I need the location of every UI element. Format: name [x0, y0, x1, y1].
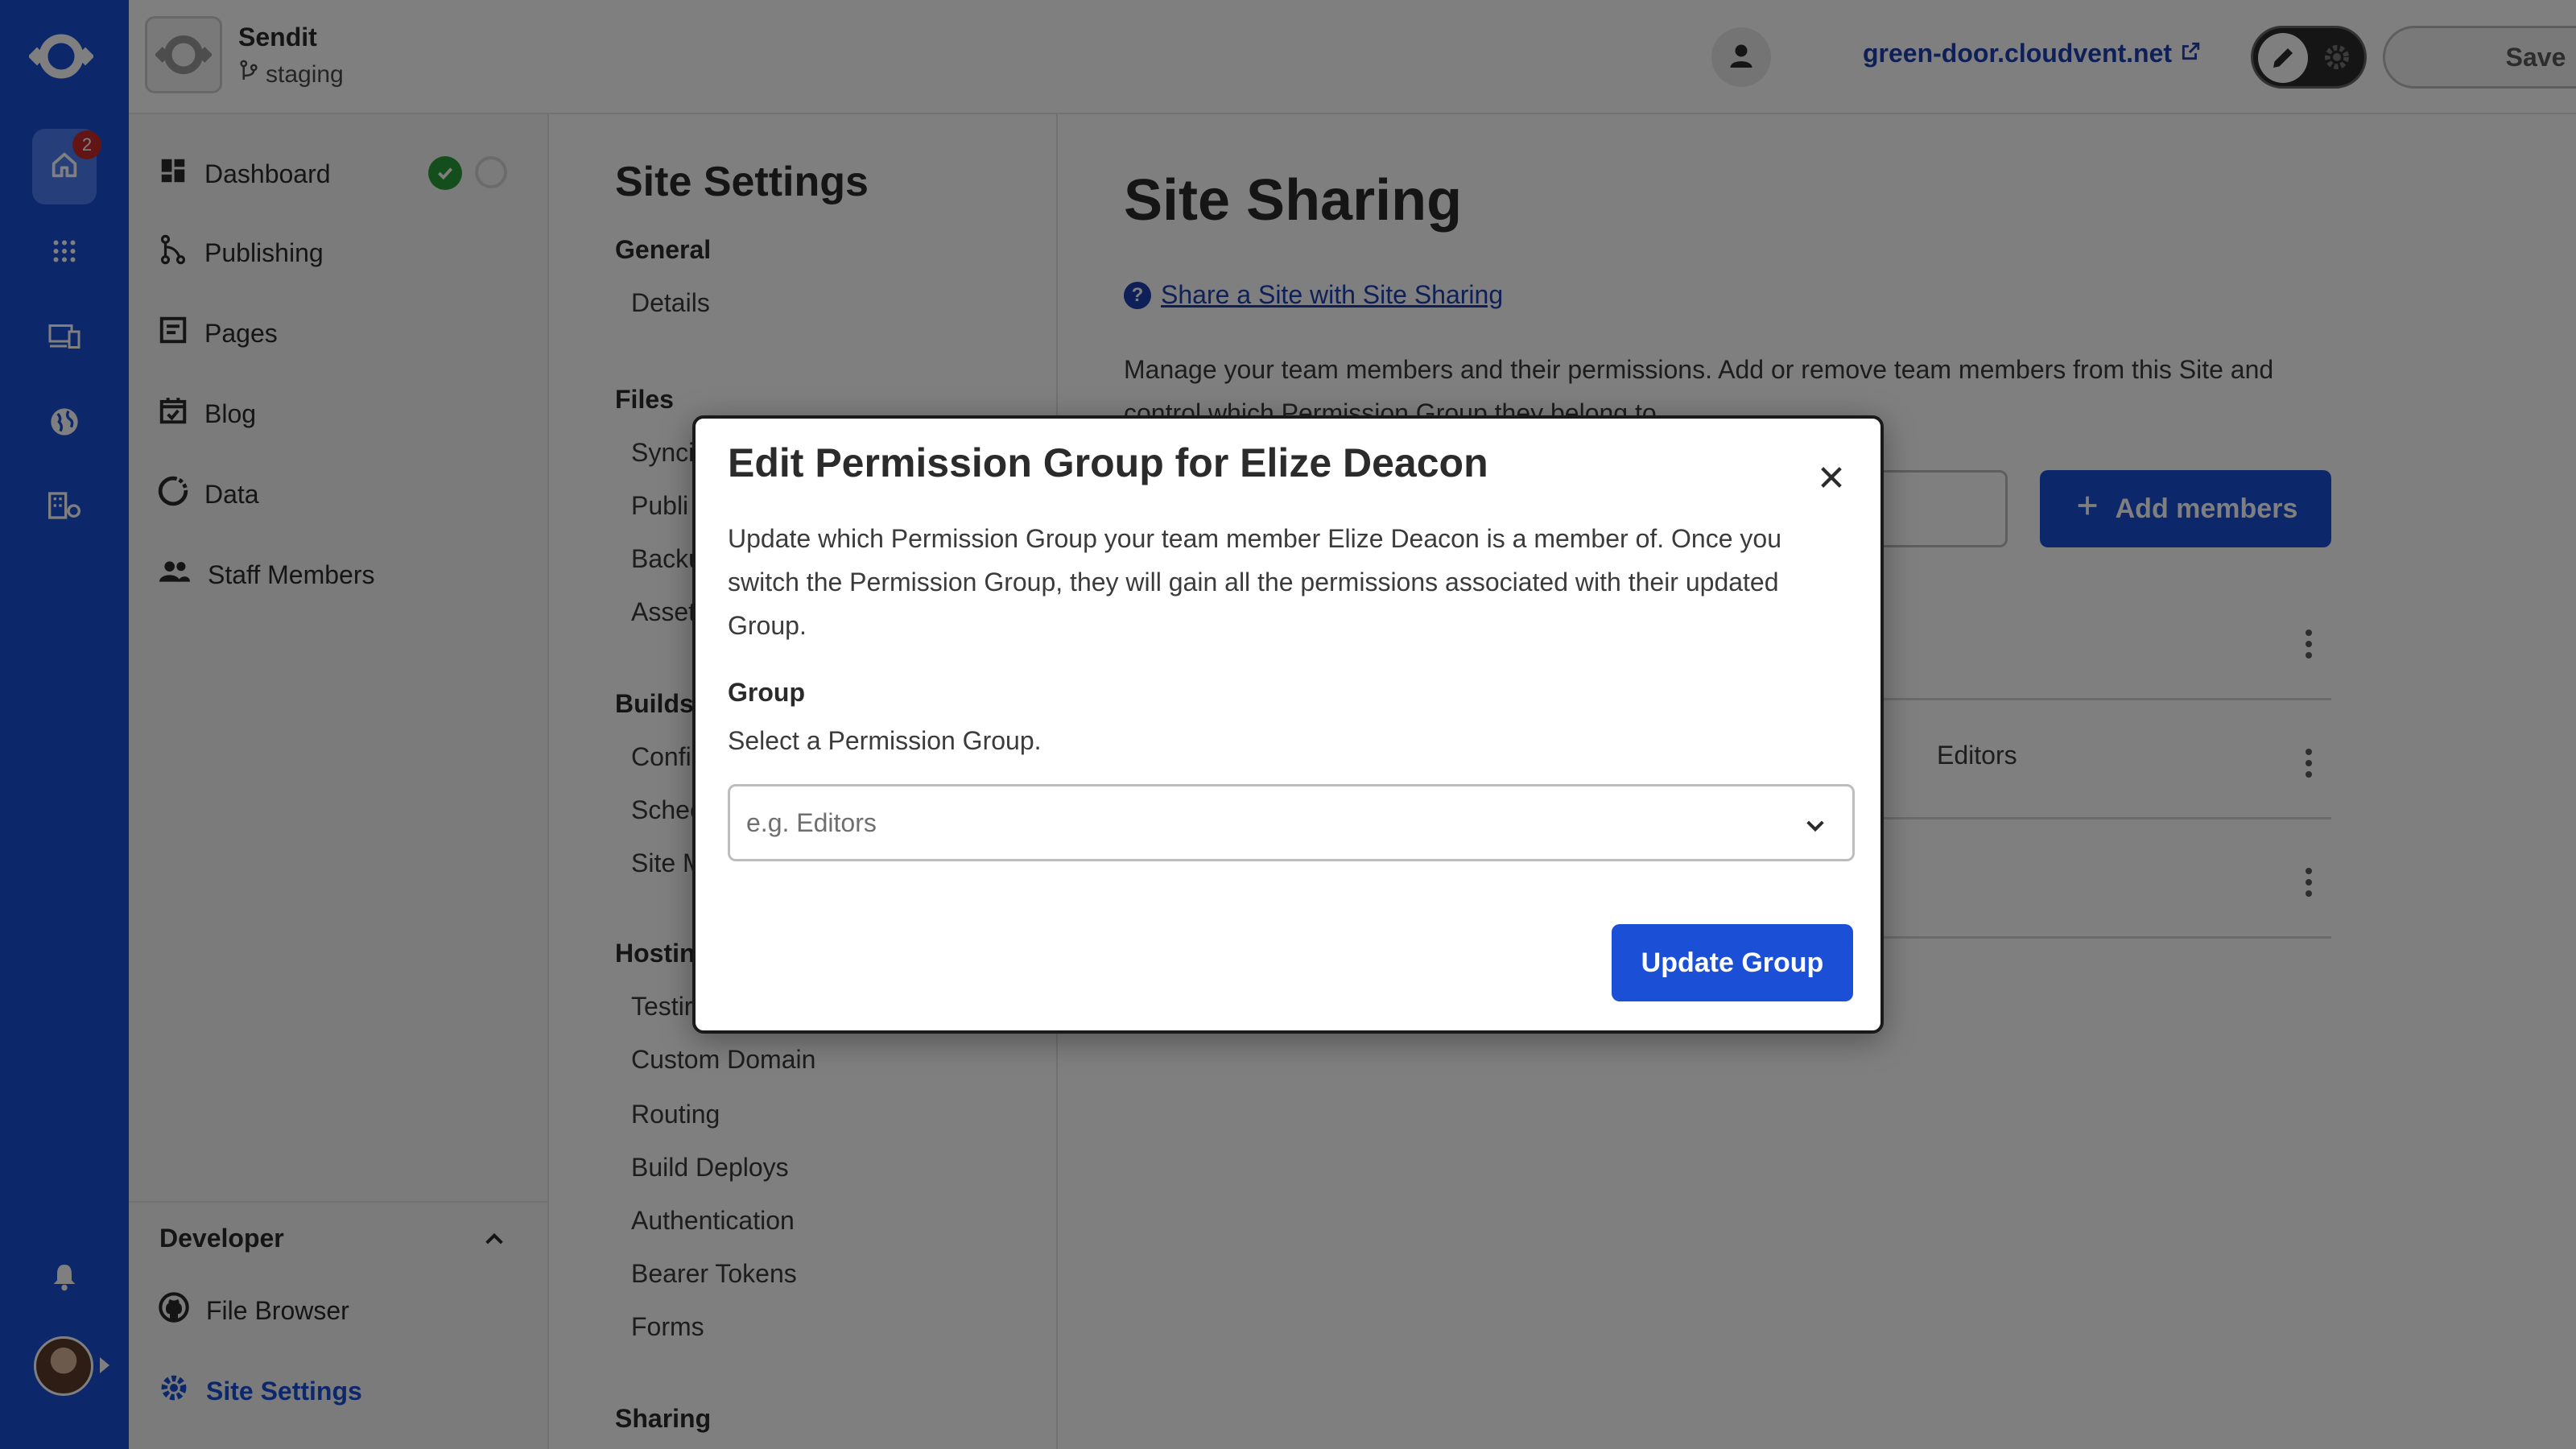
dialog-title: Edit Permission Group for Elize Deacon	[728, 440, 1488, 485]
close-icon[interactable]	[1811, 457, 1852, 497]
edit-permission-group-dialog: Edit Permission Group for Elize Deacon U…	[692, 415, 1884, 1034]
group-field-hint: Select a Permission Group.	[728, 726, 1042, 755]
update-group-button[interactable]: Update Group	[1612, 924, 1853, 1001]
select-placeholder: e.g. Editors	[746, 807, 877, 837]
group-field-label: Group	[728, 678, 805, 707]
chevron-down-icon	[1802, 812, 1828, 844]
dialog-body: Update which Permission Group your team …	[728, 524, 1781, 640]
permission-group-select[interactable]: e.g. Editors	[728, 784, 1855, 861]
